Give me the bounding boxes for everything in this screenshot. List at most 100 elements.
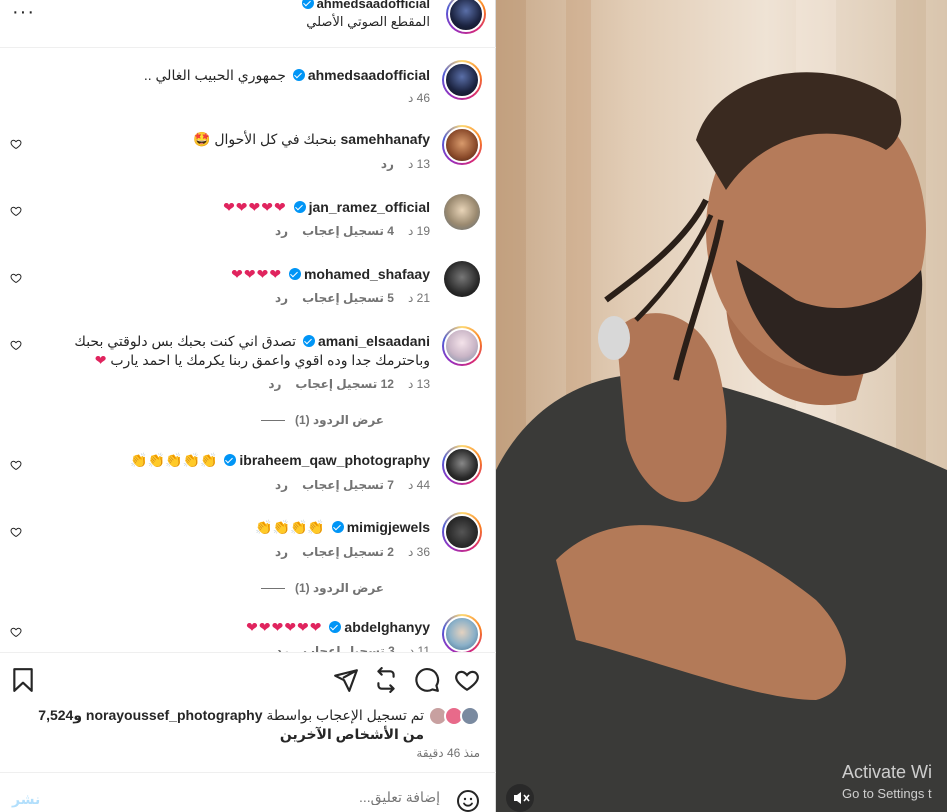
comment-meta: 46 د: [408, 91, 430, 105]
verified-badge-icon: [301, 0, 314, 9]
view-replies-button[interactable]: عرض الردود (1): [260, 581, 384, 595]
author-username-row: ahmedsaadofficial: [299, 0, 430, 11]
comment-like-count[interactable]: 3 تسجيل إعجاب: [303, 644, 395, 652]
reply-button[interactable]: رد: [381, 157, 394, 171]
audio-label[interactable]: المقطع الصوتي الأصلي: [306, 14, 430, 30]
avatar[interactable]: [442, 614, 482, 652]
add-comment-bar: نشر: [0, 772, 496, 812]
likes-text: تم تسجيل الإعجاب بواسطة norayoussef_phot…: [24, 706, 424, 744]
post-button[interactable]: نشر: [12, 791, 40, 808]
comment-icon[interactable]: [414, 667, 440, 693]
comment-body: mimigjewels 👏👏👏👏: [255, 518, 430, 538]
comment-time[interactable]: 13 د: [408, 157, 430, 171]
more-options-icon[interactable]: ···: [12, 2, 35, 22]
comment-meta: 13 د 12 تسجيل إعجاب رد: [268, 377, 430, 391]
avatar[interactable]: [442, 512, 482, 552]
avatar[interactable]: [442, 125, 482, 165]
like-comment-heart-icon[interactable]: [10, 339, 22, 351]
reply-button[interactable]: رد: [268, 377, 281, 391]
comment-like-count[interactable]: 7 تسجيل إعجاب: [302, 478, 394, 492]
comment-meta: 13 د رد: [381, 157, 430, 171]
comment-time[interactable]: 13 د: [408, 377, 430, 391]
avatar[interactable]: [442, 60, 482, 100]
comment-like-count[interactable]: 12 تسجيل إعجاب: [295, 377, 394, 391]
comment-text-continued: وباحترمك جدا وده اقوي واعمق ربنا يكرمك ي…: [110, 352, 430, 368]
comment-meta: 11 د 3 تسجيل إعجاب رد: [276, 644, 430, 652]
comment-username[interactable]: samehhanafy: [341, 131, 430, 147]
reply-button[interactable]: رد: [275, 291, 288, 305]
emoji-icon[interactable]: [456, 789, 480, 812]
avatar[interactable]: [444, 261, 484, 301]
author-username[interactable]: ahmedsaadofficial: [317, 0, 430, 11]
comment-time[interactable]: 21 د: [408, 291, 430, 305]
comment-username[interactable]: amani_elsaadani: [318, 333, 430, 349]
comment-username[interactable]: mohamed_shafaay: [304, 266, 430, 282]
comment-like-count[interactable]: 5 تسجيل إعجاب: [302, 291, 394, 305]
comment-meta: 19 د 4 تسجيل إعجاب رد: [275, 224, 430, 238]
comment-hearts: ❤❤❤❤❤: [223, 200, 287, 216]
share-icon[interactable]: [373, 667, 399, 693]
comment-username[interactable]: jan_ramez_official: [309, 199, 430, 215]
verified-badge-icon: [288, 268, 301, 280]
bookmark-icon[interactable]: [10, 667, 36, 693]
comment-time[interactable]: 46 د: [408, 91, 430, 105]
comment-time[interactable]: 11 د: [409, 644, 430, 652]
liker-avatar: [460, 706, 480, 726]
comment-input[interactable]: [80, 789, 440, 805]
comment-time[interactable]: 36 د: [408, 545, 430, 559]
comment-body: jan_ramez_official ❤❤❤❤❤: [223, 198, 430, 218]
liker-avatars[interactable]: [428, 706, 488, 728]
send-icon[interactable]: [333, 667, 359, 693]
comment-hearts: ❤❤❤❤❤❤: [246, 620, 323, 636]
action-bar: [0, 652, 496, 702]
divider: [260, 419, 285, 421]
comment-time[interactable]: 44 د: [408, 478, 430, 492]
comment-meta: 36 د 2 تسجيل إعجاب رد: [275, 545, 430, 559]
comment-body: ibraheem_qaw_photography 👏👏👏👏👏: [130, 451, 430, 471]
comments-list[interactable]: ahmedsaadofficial جمهوري الحبيب الغالي .…: [0, 48, 496, 652]
author-avatar[interactable]: [446, 0, 486, 34]
mute-button[interactable]: [506, 784, 534, 812]
comments-panel: ··· ahmedsaadofficial المقطع الصوتي الأص…: [0, 0, 496, 812]
reply-button[interactable]: رد: [276, 644, 289, 652]
heart-icon[interactable]: [454, 667, 480, 693]
like-comment-heart-icon[interactable]: [10, 526, 22, 538]
likes-suffix[interactable]: الأشخاص الآخرين: [280, 726, 399, 742]
comment-body-line2: وباحترمك جدا وده اقوي واعمق ربنا يكرمك ي…: [95, 351, 430, 371]
comment-time[interactable]: 19 د: [408, 224, 430, 238]
avatar[interactable]: [442, 445, 482, 485]
activate-windows-line1: Activate Wi: [842, 762, 933, 782]
divider: [260, 587, 285, 589]
avatar[interactable]: [442, 326, 482, 366]
post-time[interactable]: منذ 46 دقيقة: [416, 746, 480, 760]
comment-body: amani_elsaadani تصدق اني كنت بحبك بس دلو…: [74, 332, 430, 351]
activate-windows-line2: Go to Settings t: [842, 786, 932, 801]
comment-username[interactable]: mimigjewels: [347, 519, 430, 535]
comment-hearts: ❤❤❤❤: [231, 267, 283, 283]
like-comment-heart-icon[interactable]: [10, 459, 22, 471]
comment-username[interactable]: ahmedsaadofficial: [308, 67, 430, 83]
comment-text: تصدق اني كنت بحبك بس دلوقتي بحبك: [74, 333, 297, 349]
post-header: ··· ahmedsaadofficial المقطع الصوتي الأص…: [0, 0, 496, 48]
avatar[interactable]: [444, 194, 484, 234]
like-comment-heart-icon[interactable]: [10, 205, 22, 217]
likes-user-link[interactable]: norayoussef_photography: [86, 707, 263, 723]
like-comment-heart-icon[interactable]: [10, 272, 22, 284]
reply-button[interactable]: رد: [275, 545, 288, 559]
verified-badge-icon: [302, 335, 315, 347]
reply-button[interactable]: رد: [275, 224, 288, 238]
comment-like-count[interactable]: 4 تسجيل إعجاب: [302, 224, 394, 238]
comment-emoji: 🤩: [192, 132, 211, 148]
comment-username[interactable]: ibraheem_qaw_photography: [239, 452, 430, 468]
comment-username[interactable]: abdelghanyy: [344, 619, 430, 635]
comment-like-count[interactable]: 2 تسجيل إعجاب: [302, 545, 394, 559]
comment-text: بنحبك في كل الأحوال: [214, 131, 337, 147]
like-comment-heart-icon[interactable]: [10, 626, 22, 638]
comment-body: samehhanafy بنحبك في كل الأحوال 🤩: [193, 130, 430, 150]
likes-summary: تم تسجيل الإعجاب بواسطة norayoussef_phot…: [0, 702, 496, 772]
view-replies-button[interactable]: عرض الردود (1): [260, 413, 384, 427]
like-comment-heart-icon[interactable]: [10, 138, 22, 150]
reply-button[interactable]: رد: [275, 478, 288, 492]
reel-video[interactable]: Activate Wi Go to Settings t: [496, 0, 947, 812]
verified-badge-icon: [329, 621, 342, 633]
